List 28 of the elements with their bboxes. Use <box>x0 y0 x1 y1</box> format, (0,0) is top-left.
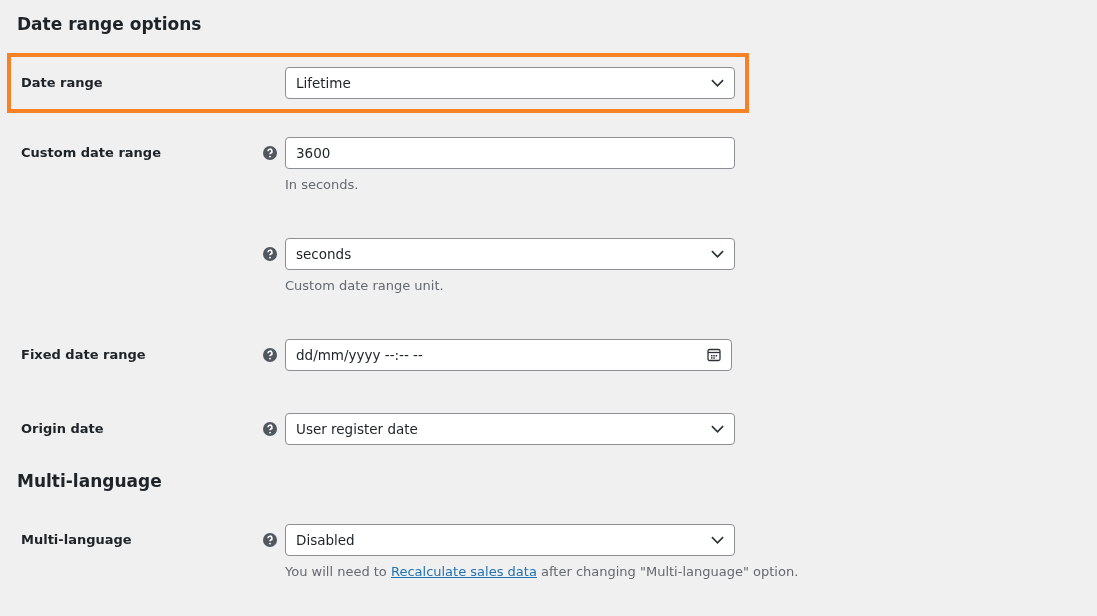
field-label: Multi-language <box>21 532 132 547</box>
select-dropdown[interactable]: seconds <box>285 238 735 270</box>
recalculate-link[interactable]: Recalculate sales data <box>390 564 537 579</box>
field-label: Origin date <box>21 421 104 436</box>
help-icon[interactable] <box>263 533 277 547</box>
help-icon[interactable] <box>263 247 277 261</box>
help-icon[interactable] <box>263 348 277 362</box>
description-text: You will need to <box>285 564 388 579</box>
chevron-down-icon <box>711 425 724 433</box>
date-input[interactable]: dd/mm/yyyy --:-- -- <box>285 339 732 371</box>
help-icon[interactable] <box>263 146 277 160</box>
description-text: In seconds. <box>285 177 359 192</box>
chevron-down-icon <box>711 250 724 258</box>
field-label: Fixed date range <box>21 347 146 362</box>
select-dropdown[interactable]: Disabled <box>285 524 735 556</box>
field-label: Date range <box>21 75 103 90</box>
field-label: Custom date range <box>21 145 161 160</box>
chevron-down-icon <box>711 79 724 87</box>
chevron-down-icon <box>711 536 724 544</box>
section-heading: Date range options <box>17 14 203 34</box>
help-icon[interactable] <box>263 422 277 436</box>
select-dropdown[interactable]: User register date <box>285 413 735 445</box>
select-dropdown[interactable]: Lifetime <box>285 67 735 99</box>
calendar-icon[interactable] <box>707 348 721 362</box>
description-text: after changing "Multi-language" option. <box>540 564 799 579</box>
description-text: Custom date range unit. <box>285 278 444 293</box>
section-heading: Multi-language <box>17 471 163 491</box>
number-input[interactable]: 3600 <box>285 137 735 169</box>
